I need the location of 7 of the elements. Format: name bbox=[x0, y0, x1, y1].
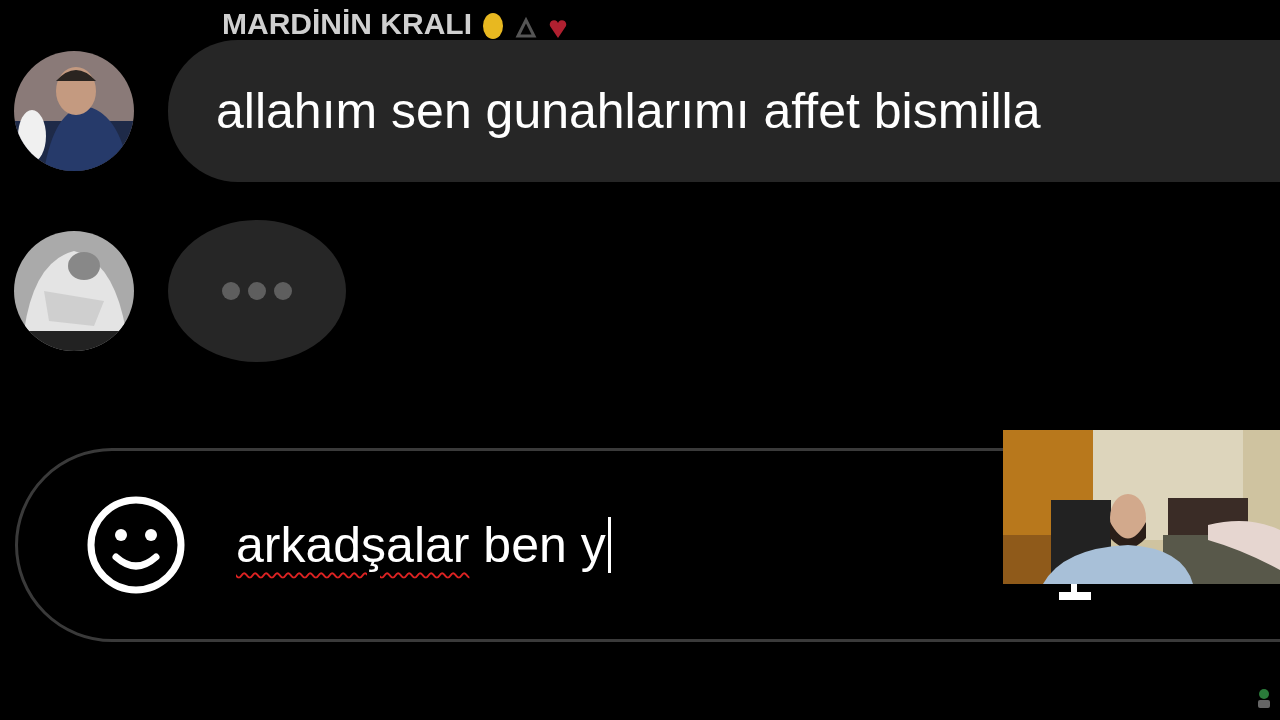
message-bubble: allahım sen gunahlarımı affet bismilla bbox=[168, 40, 1280, 182]
heart-icon bbox=[548, 18, 568, 40]
channel-logo-icon bbox=[1256, 688, 1272, 710]
typing-dots-icon bbox=[221, 281, 293, 301]
sender-name: MARDİNİN KRALI bbox=[222, 8, 472, 40]
emoji-icon[interactable] bbox=[86, 495, 186, 595]
input-text: arkadşalar ben y bbox=[236, 515, 606, 575]
